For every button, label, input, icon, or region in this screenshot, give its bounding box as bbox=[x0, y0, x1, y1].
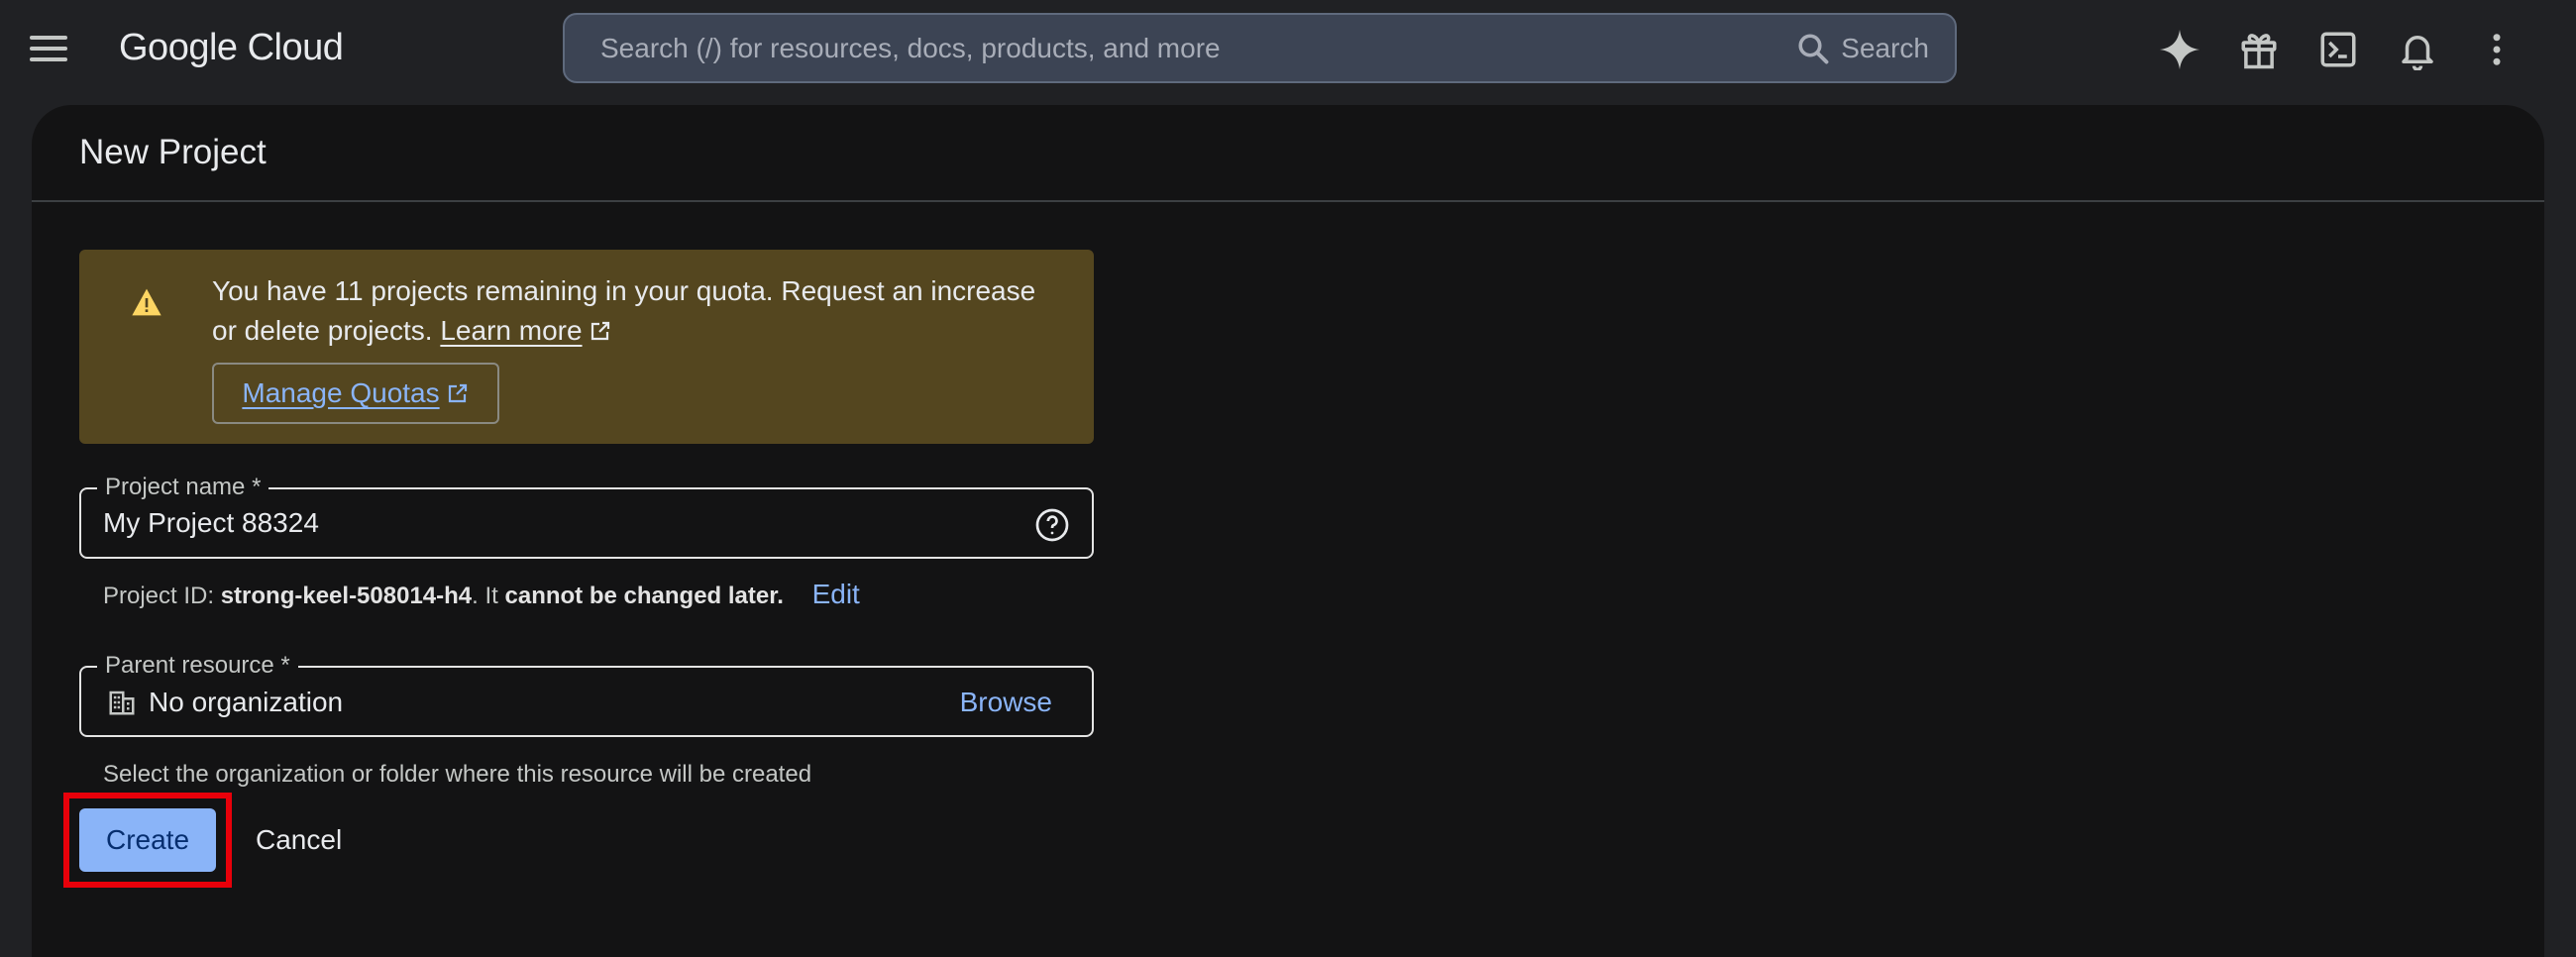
project-id-prefix: Project ID: bbox=[103, 583, 215, 609]
learn-more-link[interactable]: Learn more bbox=[440, 315, 582, 346]
quota-warning-message: You have 11 projects remaining in your q… bbox=[212, 275, 1036, 346]
project-id-mid: . It bbox=[472, 583, 498, 609]
cloud-shell-icon[interactable] bbox=[2310, 22, 2366, 77]
manage-quotas-button[interactable]: Manage Quotas bbox=[212, 363, 499, 424]
quota-warning-text: You have 11 projects remaining in your q… bbox=[212, 271, 1064, 351]
search-icon bbox=[1798, 33, 1829, 63]
page-title: New Project bbox=[79, 133, 267, 171]
search-input[interactable] bbox=[565, 15, 1796, 81]
gemini-icon[interactable] bbox=[2152, 22, 2207, 77]
parent-resource-hint: Select the organization or folder where … bbox=[103, 761, 812, 788]
project-name-field: Project name * bbox=[79, 473, 1094, 559]
organization-icon bbox=[109, 691, 135, 715]
create-button-highlight: Create bbox=[63, 793, 232, 888]
external-link-icon bbox=[590, 321, 609, 341]
new-project-card: New Project You have 11 projects remaini… bbox=[32, 105, 2544, 957]
warning-icon bbox=[132, 288, 161, 316]
project-name-input[interactable] bbox=[103, 489, 955, 557]
more-vert-icon[interactable] bbox=[2469, 22, 2524, 77]
google-cloud-logo[interactable]: Google Cloud bbox=[119, 26, 344, 69]
top-bar: Google Cloud Search bbox=[0, 0, 2576, 97]
main-menu-icon[interactable] bbox=[30, 28, 79, 69]
gift-icon[interactable] bbox=[2231, 22, 2287, 77]
search-button-label: Search bbox=[1841, 32, 1929, 63]
project-id-emphasis: cannot be changed later. bbox=[504, 583, 784, 609]
external-link-icon bbox=[448, 383, 467, 403]
help-icon[interactable] bbox=[1034, 507, 1070, 543]
search-bar: Search bbox=[563, 13, 1957, 83]
project-id-value: strong-keel-508014-h4 bbox=[220, 583, 473, 609]
notifications-icon[interactable] bbox=[2390, 22, 2445, 77]
quota-warning-banner: You have 11 projects remaining in your q… bbox=[79, 250, 1094, 444]
browse-button[interactable]: Browse bbox=[960, 668, 1052, 737]
edit-project-id-link[interactable]: Edit bbox=[812, 579, 860, 609]
manage-quotas-label: Manage Quotas bbox=[242, 377, 440, 408]
project-id-hint: Project ID: strong-keel-508014-h4. It ca… bbox=[103, 580, 860, 611]
parent-resource-value: No organization bbox=[149, 687, 344, 717]
card-header: New Project bbox=[32, 105, 2544, 202]
search-button[interactable]: Search bbox=[1795, 31, 1955, 66]
parent-resource-field: Parent resource * No organization Browse bbox=[79, 651, 1094, 737]
create-button[interactable]: Create bbox=[79, 808, 216, 872]
cancel-button[interactable]: Cancel bbox=[256, 820, 342, 860]
